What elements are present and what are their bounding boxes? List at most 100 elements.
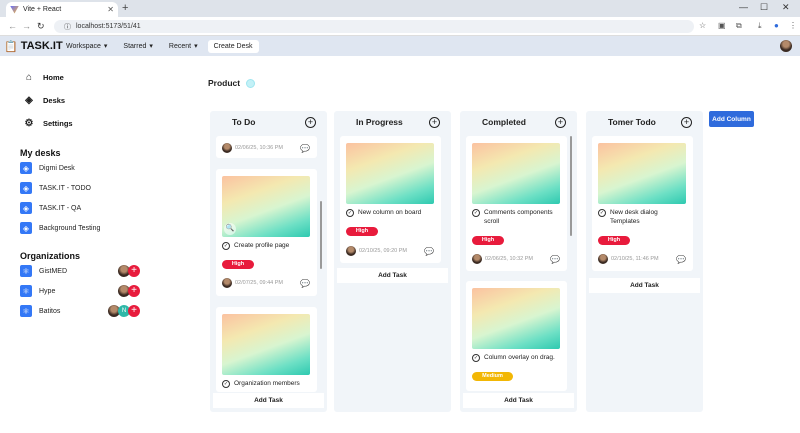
- check-circle-icon[interactable]: ✓: [472, 209, 480, 217]
- column-header: Tomer Todo +: [586, 111, 703, 133]
- card-cover: [472, 288, 560, 349]
- desk-item[interactable]: ◈ Digmi Desk: [20, 162, 75, 174]
- column-scrollbar[interactable]: [320, 201, 322, 269]
- column-completed: Completed + ✓ Comments components scroll H…: [460, 111, 577, 412]
- download-icon[interactable]: ⤓: [758, 21, 762, 31]
- bookmark-star-icon[interactable]: ☆: [699, 21, 706, 30]
- card-title: New desk dialog Templates: [610, 209, 658, 226]
- user-avatar[interactable]: [780, 40, 792, 52]
- org-item[interactable]: ⚛ GistMED +: [20, 265, 140, 277]
- column-title: Completed: [482, 117, 526, 127]
- task-card[interactable]: ✓ Organization members: [216, 307, 317, 392]
- desk-item[interactable]: ◈ TASK.IT - QA: [20, 202, 81, 214]
- maximize-button[interactable]: ☐: [760, 2, 768, 13]
- column-scrollbar[interactable]: [570, 136, 572, 236]
- back-icon[interactable]: ←: [8, 21, 17, 31]
- reload-icon[interactable]: ↻: [37, 21, 45, 32]
- zoom-icon[interactable]: 🔍: [224, 223, 236, 235]
- comment-icon[interactable]: 💬: [300, 144, 310, 153]
- check-circle-icon[interactable]: ✓: [222, 242, 230, 250]
- add-task-button[interactable]: Add Task: [213, 393, 324, 408]
- assignee-avatar: [346, 246, 356, 256]
- minimize-button[interactable]: —: [739, 2, 748, 12]
- assignee-avatar: [222, 143, 232, 153]
- comment-icon[interactable]: 💬: [300, 279, 310, 288]
- profile-icon[interactable]: ●: [774, 21, 779, 30]
- add-task-button[interactable]: Add Task: [589, 278, 700, 293]
- card-title-row: ✓ Column overlay on drag.: [472, 353, 555, 362]
- sidebar-item-label: Desks: [43, 96, 66, 105]
- add-member-icon[interactable]: +: [128, 305, 140, 317]
- add-card-icon[interactable]: +: [429, 116, 440, 128]
- add-member-icon[interactable]: +: [128, 265, 140, 277]
- store-icon[interactable]: ▣: [718, 21, 726, 30]
- card-title: Create profile page: [234, 242, 290, 249]
- menu-kebab-icon[interactable]: ⋮: [789, 21, 797, 30]
- card-meta: 02/06/25, 10:32 PM 💬: [472, 254, 560, 264]
- add-card-icon[interactable]: +: [555, 116, 566, 128]
- add-column-button[interactable]: Add Column: [709, 111, 754, 127]
- task-card[interactable]: ✓ New desk dialog Templates High 02/10/25…: [592, 136, 693, 271]
- comment-icon[interactable]: 💬: [676, 255, 686, 264]
- nav-label: Starred: [123, 42, 147, 50]
- org-item[interactable]: ⚛ Hype +: [20, 285, 140, 297]
- card-meta: 02/07/25, 09:44 PM 💬: [222, 278, 310, 288]
- check-circle-icon[interactable]: ✓: [598, 209, 606, 217]
- task-card[interactable]: ✓ Comments components scroll High 02/06/2…: [466, 136, 567, 271]
- clipboard-icon: 📋: [4, 40, 18, 53]
- board-header: Product: [208, 78, 256, 88]
- org-members: N +: [108, 305, 140, 317]
- check-circle-icon[interactable]: ✓: [346, 209, 354, 217]
- url-field[interactable]: ⓘ localhost:5173/51/41: [54, 20, 694, 33]
- check-circle-icon[interactable]: ✓: [222, 380, 230, 388]
- sidebar-item-desks[interactable]: ◈ Desks: [24, 95, 65, 106]
- react-icon: ⚛: [20, 305, 32, 317]
- nav-workspace[interactable]: Workspace ▾: [60, 39, 113, 53]
- org-item[interactable]: ⚛ Batitos N +: [20, 305, 140, 317]
- comment-icon[interactable]: 💬: [550, 255, 560, 264]
- desk-icon: ◈: [20, 202, 32, 214]
- priority-badge: Medium: [472, 372, 513, 381]
- nav-recent[interactable]: Recent ▾: [163, 39, 204, 53]
- task-card[interactable]: 02/06/25, 10:36 PM 💬: [216, 136, 317, 158]
- app-logo[interactable]: 📋 TASK.IT: [4, 40, 63, 53]
- task-card[interactable]: ✓ Column overlay on drag. Medium: [466, 281, 567, 391]
- tab-close-icon[interactable]: ✕: [107, 5, 114, 14]
- add-card-icon[interactable]: +: [305, 116, 316, 128]
- window-close-button[interactable]: ✕: [782, 2, 790, 13]
- add-member-icon[interactable]: +: [128, 285, 140, 297]
- card-meta: 02/10/25, 09:20 PM 💬: [346, 246, 434, 256]
- sidebar-item-settings[interactable]: ⚙ Settings: [24, 118, 73, 129]
- browser-tab[interactable]: Vite + React ✕: [6, 2, 118, 17]
- priority-badge: High: [598, 236, 630, 245]
- add-task-button[interactable]: Add Task: [463, 393, 574, 408]
- desk-item[interactable]: ◈ Background Testing: [20, 222, 100, 234]
- nav-label: Recent: [168, 42, 192, 50]
- nav-starred[interactable]: Starred ▾: [117, 39, 158, 53]
- add-card-icon[interactable]: +: [681, 116, 692, 128]
- desk-item[interactable]: ◈ TASK.IT - TODO: [20, 182, 91, 194]
- task-card[interactable]: ✓ New column on board High 02/10/25, 09:2…: [340, 136, 441, 263]
- card-title-row: ✓ Create profile page: [222, 241, 289, 250]
- create-desk-button[interactable]: Create Desk: [207, 39, 259, 53]
- priority-badge: High: [222, 260, 254, 269]
- card-date: 02/07/25, 09:44 PM: [235, 280, 284, 286]
- sidebar-item-label: Home: [43, 73, 64, 82]
- assignee-avatar: [472, 254, 482, 264]
- column-title: Tomer Todo: [608, 117, 656, 127]
- forward-icon[interactable]: →: [22, 21, 31, 31]
- priority-badge: High: [472, 236, 504, 245]
- app-header: 📋 TASK.IT Workspace ▾ Starred ▾ Recent ▾ Cr…: [0, 36, 800, 56]
- comment-icon[interactable]: 💬: [424, 247, 434, 256]
- new-tab-button[interactable]: +: [122, 2, 128, 14]
- sidebar-item-label: Settings: [43, 119, 73, 128]
- add-task-button[interactable]: Add Task: [337, 268, 448, 283]
- column-title: To Do: [232, 117, 256, 127]
- sidebar-item-home[interactable]: ⌂ Home: [24, 72, 64, 83]
- org-label: GistMED: [39, 267, 67, 275]
- site-info-icon[interactable]: ⓘ: [64, 22, 71, 32]
- extensions-icon[interactable]: ⧉: [736, 21, 742, 31]
- card-date: 02/10/25, 09:20 PM: [359, 248, 408, 254]
- check-circle-icon[interactable]: ✓: [472, 354, 480, 362]
- card-meta: 02/10/25, 11:46 PM 💬: [598, 254, 686, 264]
